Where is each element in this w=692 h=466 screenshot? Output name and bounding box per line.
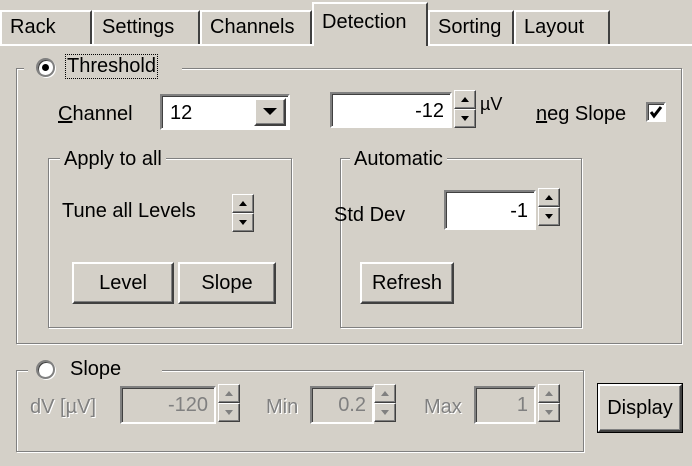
dv-label: dV [µV] <box>30 396 96 418</box>
tab-layout[interactable]: Layout <box>514 10 610 44</box>
max-input[interactable]: 1 <box>474 386 536 424</box>
dv-spinner[interactable] <box>218 384 240 422</box>
arrow-down-icon <box>381 410 389 415</box>
tune-all-levels-label: Tune all Levels <box>62 200 196 222</box>
slope-radio[interactable] <box>36 360 55 379</box>
max-value: 1 <box>516 394 528 416</box>
min-label: Min <box>266 396 299 418</box>
automatic-title: Automatic <box>350 148 447 171</box>
min-spinner[interactable] <box>374 384 396 422</box>
threshold-level-spinner[interactable] <box>454 90 476 128</box>
max-label: Max <box>424 396 462 418</box>
stddev-input[interactable]: -1 <box>444 190 536 230</box>
arrow-down-icon <box>225 410 233 415</box>
stddev-label: Std Dev <box>334 204 406 226</box>
spin-down-button[interactable] <box>454 109 476 128</box>
max-spinner[interactable] <box>538 384 560 422</box>
slope-button[interactable]: Slope <box>178 262 276 304</box>
threshold-level-unit: µV <box>480 94 503 114</box>
spin-down-button[interactable] <box>218 403 240 422</box>
stddev-spinner[interactable] <box>538 188 560 226</box>
arrow-down-icon <box>545 214 553 219</box>
apply-all-title: Apply to all <box>60 148 166 171</box>
tune-all-levels-spinner[interactable] <box>232 194 254 232</box>
arrow-up-icon <box>545 391 553 396</box>
min-input[interactable]: 0.2 <box>310 386 374 424</box>
spin-down-button[interactable] <box>374 403 396 422</box>
threshold-radio-label[interactable]: Threshold <box>65 54 158 79</box>
tab-detection[interactable]: Detection <box>312 2 428 46</box>
arrow-down-icon <box>239 220 247 225</box>
arrow-up-icon <box>225 391 233 396</box>
channel-value: 12 <box>170 102 193 124</box>
threshold-level-input[interactable]: -12 <box>330 92 452 128</box>
chevron-down-icon <box>263 108 277 115</box>
stddev-value: -1 <box>510 200 528 222</box>
min-value: 0.2 <box>338 394 366 416</box>
tab-strip-border <box>0 44 314 46</box>
slope-radio-label[interactable]: Slope <box>70 358 121 381</box>
tab-strip-border <box>428 44 692 46</box>
spin-down-button[interactable] <box>538 403 560 422</box>
spin-up-button[interactable] <box>232 194 254 213</box>
tab-channels[interactable]: Channels <box>200 10 312 44</box>
radio-selected-dot <box>42 64 49 71</box>
arrow-up-icon <box>381 391 389 396</box>
spin-down-button[interactable] <box>232 213 254 232</box>
tab-sorting[interactable]: Sorting <box>428 10 514 44</box>
spin-up-button[interactable] <box>538 188 560 207</box>
dv-value: -120 <box>167 394 208 416</box>
refresh-button[interactable]: Refresh <box>360 262 454 304</box>
threshold-radio[interactable] <box>36 58 55 77</box>
spin-up-button[interactable] <box>454 90 476 109</box>
tab-settings[interactable]: Settings <box>92 10 200 44</box>
tab-rack[interactable]: Rack <box>0 10 92 44</box>
level-button[interactable]: Level <box>72 262 174 304</box>
neg-slope-label[interactable]: neg Slope <box>536 103 626 126</box>
checkmark-icon <box>649 106 663 119</box>
arrow-up-icon <box>545 195 553 200</box>
spin-up-button[interactable] <box>374 384 396 403</box>
spin-up-button[interactable] <box>538 384 560 403</box>
dv-input[interactable]: -120 <box>120 386 216 424</box>
spin-up-button[interactable] <box>218 384 240 403</box>
spin-down-button[interactable] <box>538 207 560 226</box>
arrow-down-icon <box>545 410 553 415</box>
arrow-up-icon <box>461 97 469 102</box>
threshold-level-value: -12 <box>415 100 444 122</box>
arrow-up-icon <box>239 201 247 206</box>
channel-dropdown-button[interactable] <box>254 98 286 126</box>
display-button[interactable]: Display <box>597 383 683 433</box>
channel-label: Channel <box>58 103 133 125</box>
arrow-down-icon <box>461 116 469 121</box>
neg-slope-checkbox[interactable] <box>646 102 666 122</box>
